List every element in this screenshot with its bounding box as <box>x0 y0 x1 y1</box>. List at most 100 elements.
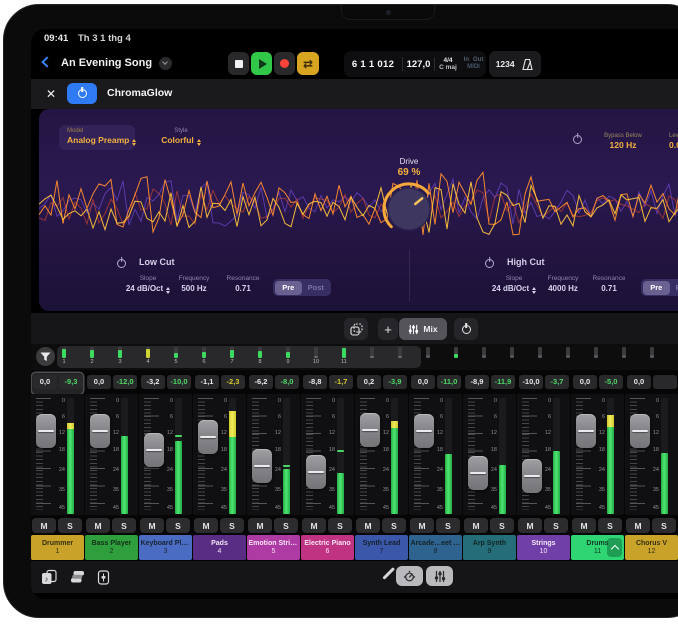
solo-button[interactable]: S <box>598 518 622 533</box>
mute-button[interactable]: M <box>626 518 650 533</box>
solo-button[interactable]: S <box>436 518 460 533</box>
smart-controls-button[interactable] <box>396 566 423 586</box>
low-cut-power-icon[interactable] <box>117 259 126 268</box>
mute-button[interactable]: M <box>32 518 56 533</box>
volume-fader[interactable] <box>576 414 596 448</box>
regions-button[interactable]: ♪ <box>39 568 59 586</box>
metronome-icon[interactable] <box>521 58 534 71</box>
duplicate-button[interactable] <box>344 318 368 340</box>
stop-button[interactable] <box>228 52 249 75</box>
lcd-display[interactable]: 6 1 1 012 127,0 4/4 C maj InOut MIDI <box>344 51 486 77</box>
add-track-button[interactable]: + <box>378 318 398 340</box>
pencil-icon[interactable] <box>382 567 394 579</box>
channel-volume-value[interactable]: -10,0 <box>519 375 543 389</box>
mute-button[interactable]: M <box>302 518 326 533</box>
solo-button[interactable]: S <box>274 518 298 533</box>
mute-button[interactable]: M <box>518 518 542 533</box>
volume-fader[interactable] <box>252 449 272 483</box>
mixer-power-button[interactable] <box>454 318 478 340</box>
track-name-block[interactable]: Synth Lead 7 <box>355 535 408 560</box>
volume-fader[interactable] <box>360 413 380 447</box>
chevron-down-icon[interactable] <box>159 57 172 70</box>
bypass-power-icon[interactable] <box>573 135 582 144</box>
solo-button[interactable]: S <box>382 518 406 533</box>
mute-button[interactable]: M <box>140 518 164 533</box>
track-name-block[interactable]: Drummer 1 <box>31 535 84 560</box>
mute-button[interactable]: M <box>248 518 272 533</box>
track-name-block[interactable]: Drums 11 <box>571 535 624 560</box>
solo-button[interactable]: S <box>328 518 352 533</box>
mute-button[interactable]: M <box>410 518 434 533</box>
volume-fader[interactable] <box>522 459 542 493</box>
song-title[interactable]: An Evening Song <box>61 57 152 69</box>
mixer-faders-button[interactable] <box>426 566 453 586</box>
low-cut-resonance[interactable]: Resonance 0.71 <box>213 275 273 293</box>
solo-button[interactable]: S <box>544 518 568 533</box>
cycle-button[interactable]: ⇄ <box>297 52 319 75</box>
volume-fader[interactable] <box>630 414 650 448</box>
mute-button[interactable]: M <box>194 518 218 533</box>
volume-fader[interactable] <box>144 433 164 467</box>
channel-volume-value[interactable]: -8,8 <box>303 375 327 389</box>
channel-volume-value[interactable]: 0,0 <box>33 375 57 389</box>
channel-strip-button[interactable] <box>93 568 113 586</box>
channel-volume-value[interactable]: 0,0 <box>627 375 651 389</box>
volume-fader[interactable] <box>36 414 56 448</box>
pre-button[interactable]: Pre <box>643 281 671 295</box>
volume-fader[interactable] <box>306 455 326 489</box>
bypass-below-control[interactable]: Bypass Below 120 Hz <box>591 133 655 151</box>
plugin-power-button[interactable] <box>67 83 97 104</box>
track-name-block[interactable]: Strings 10 <box>517 535 570 560</box>
pre-button[interactable]: Pre <box>275 281 303 295</box>
track-name-block[interactable]: Chorus V 12 <box>625 535 678 560</box>
chevron-up-button[interactable] <box>607 538 622 557</box>
channel-volume-value[interactable]: 0,0 <box>87 375 111 389</box>
channel-volume-value[interactable]: 0,0 <box>573 375 597 389</box>
high-cut-power-icon[interactable] <box>485 259 494 268</box>
channel-volume-value[interactable]: -6,2 <box>249 375 273 389</box>
channel-volume-value[interactable]: 0,0 <box>411 375 435 389</box>
post-button[interactable]: Post <box>670 281 678 295</box>
track-name-block[interactable]: Bass Player 2 <box>85 535 138 560</box>
playhead-position[interactable]: 6 1 1 012 <box>344 59 402 70</box>
track-name-block[interactable]: Electric Piano 6 <box>301 535 354 560</box>
mute-button[interactable]: M <box>86 518 110 533</box>
channel-volume-value[interactable]: -3,2 <box>141 375 165 389</box>
bypass-value[interactable]: 120 Hz <box>591 140 655 151</box>
model-select[interactable]: Model Analog Preamp <box>59 125 135 150</box>
solo-button[interactable]: S <box>112 518 136 533</box>
track-stacks-button[interactable] <box>67 568 87 586</box>
count-in-button[interactable]: 1234 <box>496 59 515 69</box>
channel-volume-value[interactable]: 0,2 <box>357 375 381 389</box>
mute-button[interactable]: M <box>356 518 380 533</box>
track-name-block[interactable]: Arp Synth 9 <box>463 535 516 560</box>
channel-volume-value[interactable]: -8,9 <box>465 375 489 389</box>
track-name-block[interactable]: Pads 4 <box>193 535 246 560</box>
volume-fader[interactable] <box>90 414 110 448</box>
volume-fader[interactable] <box>198 420 218 454</box>
back-icon[interactable] <box>41 56 52 67</box>
mix-view-button[interactable]: Mix <box>399 318 447 340</box>
track-name-block[interactable]: Emotion Strings 5 <box>247 535 300 560</box>
solo-button[interactable]: S <box>220 518 244 533</box>
time-signature[interactable]: 4/4 C maj <box>435 57 461 71</box>
track-name-block[interactable]: Arcade…eet Pad 8 <box>409 535 462 560</box>
post-button[interactable]: Post <box>302 281 330 295</box>
solo-button[interactable]: S <box>58 518 82 533</box>
mute-button[interactable]: M <box>464 518 488 533</box>
track-name-block[interactable]: Keyboard Player 3 <box>139 535 192 560</box>
solo-button[interactable]: S <box>166 518 190 533</box>
mute-button[interactable]: M <box>572 518 596 533</box>
high-cut-resonance[interactable]: Resonance 0.71 <box>579 275 639 293</box>
level-value[interactable]: 0.0 <box>669 140 678 151</box>
channel-volume-value[interactable]: -1,1 <box>195 375 219 389</box>
volume-fader[interactable] <box>414 414 434 448</box>
tempo-value[interactable]: 127,0 <box>403 59 434 70</box>
solo-button[interactable]: S <box>490 518 514 533</box>
close-icon[interactable]: ✕ <box>43 86 59 102</box>
record-button[interactable] <box>274 52 295 75</box>
play-button[interactable] <box>251 52 272 75</box>
style-value[interactable]: Colorful <box>151 135 211 146</box>
style-select[interactable]: Style Colorful <box>151 128 211 146</box>
model-value[interactable]: Analog Preamp <box>67 135 135 146</box>
